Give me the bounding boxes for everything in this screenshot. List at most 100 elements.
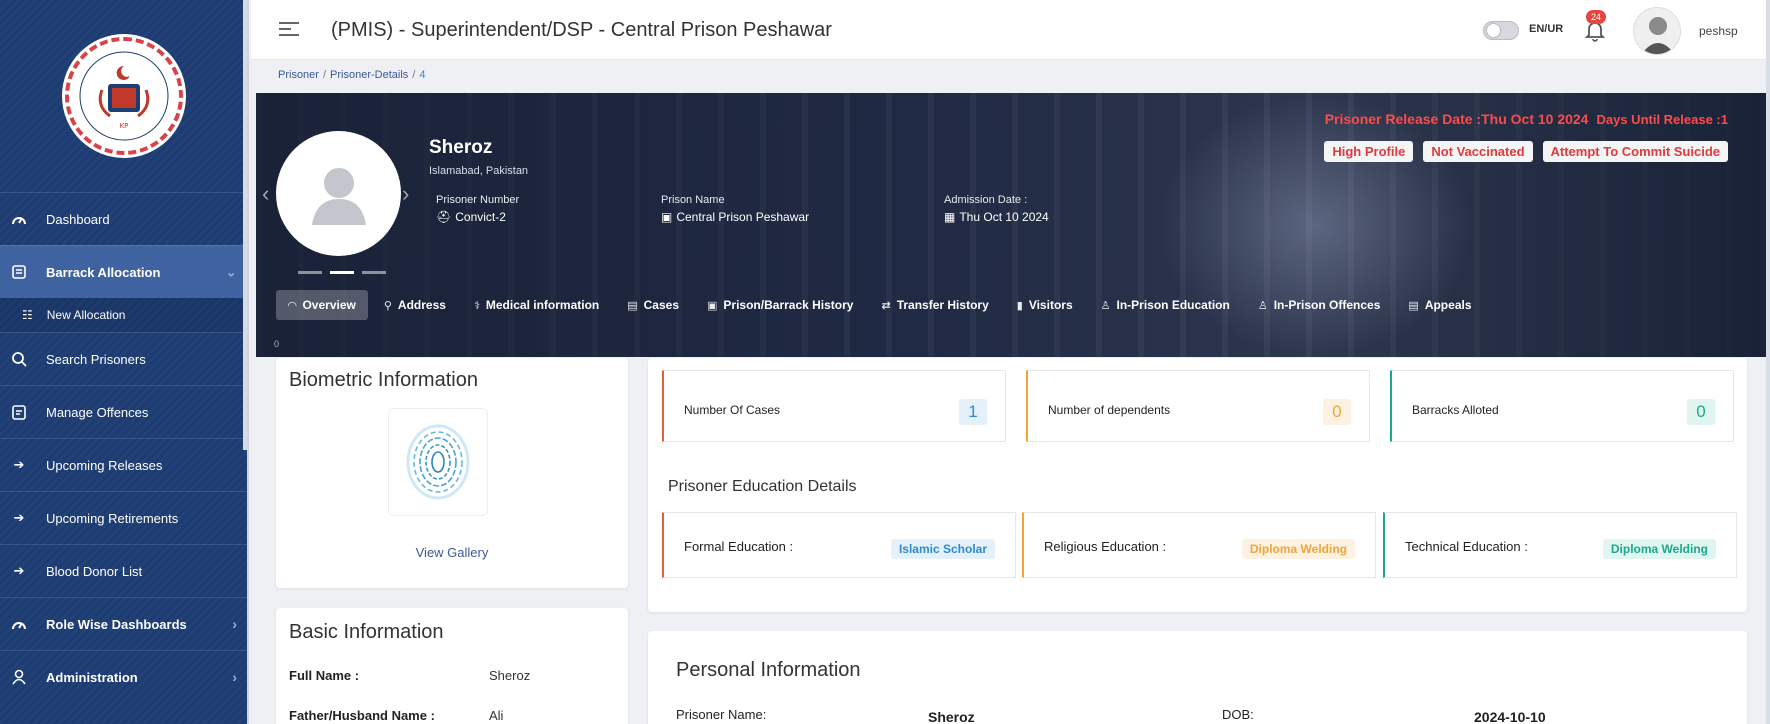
sidebar-item-label: Manage Offences	[46, 404, 149, 420]
sidebar-item-label: Search Prisoners	[46, 351, 146, 367]
prison-name: Central Prison Peshawar	[676, 210, 810, 224]
prisoner-name: Sheroz	[429, 137, 493, 158]
tab-label: Prison/Barrack History	[723, 298, 854, 312]
status-tags: High Profile Not Vaccinated Attempt To C…	[1324, 141, 1728, 162]
info-value: Sheroz	[489, 668, 531, 683]
release-info: Prisoner Release Date :Thu Oct 10 2024 Da…	[1325, 111, 1728, 127]
tab-medical-information[interactable]: ⚕ Medical information	[462, 290, 611, 320]
stat-value: 0	[1323, 399, 1351, 425]
prisoner-name-label: Prisoner Name:	[676, 707, 767, 722]
gauge-icon	[8, 210, 30, 228]
tab-in-prison-offences[interactable]: ♙ In-Prison Offences	[1246, 290, 1393, 320]
sidebar-scrollbar[interactable]	[243, 0, 247, 450]
sidebar-item-barrack-allocation[interactable]: Barrack Allocation ⌄	[0, 245, 247, 298]
tab-label: Transfer History	[896, 298, 989, 312]
pin-icon: ⚲	[383, 299, 392, 312]
prisoner-location: Islamabad, Pakistan	[429, 165, 529, 177]
days-until-release: Days Until Release :1	[1596, 112, 1728, 127]
status-badge[interactable]: Not Vaccinated	[1423, 141, 1533, 162]
carousel-indicators[interactable]	[298, 271, 386, 274]
sidebar-item-search-prisoners[interactable]: Search Prisoners	[0, 332, 247, 385]
tab-overview[interactable]: ◠ Overview	[276, 290, 368, 320]
username[interactable]: peshsp	[1699, 24, 1738, 38]
chevron-right-icon[interactable]: ›	[402, 181, 409, 207]
prison-name-field: Prison Name ▣ Central Prison Peshawar	[661, 194, 809, 224]
field-label: Admission Date :	[944, 194, 1028, 206]
status-badge[interactable]: Attempt To Commit Suicide	[1542, 141, 1728, 162]
release-date: Prisoner Release Date :Thu Oct 10 2024	[1324, 111, 1589, 127]
sidebar-item-label: Upcoming Retirements	[46, 510, 179, 526]
field-label: Prison Name	[661, 194, 725, 206]
biometric-card: Biometric Information View Gallery	[276, 358, 628, 588]
sidebar-item-dashboard[interactable]: Dashboard	[0, 192, 247, 245]
fingerprint-icon[interactable]	[388, 408, 488, 516]
view-gallery-link[interactable]: View Gallery	[276, 545, 628, 560]
user-icon	[8, 668, 30, 686]
prisoner-number-field: Prisoner Number ⛑ Convict-2	[436, 194, 519, 224]
tab-appeals[interactable]: ▤ Appeals	[1396, 290, 1483, 320]
breadcrumb-item[interactable]: Prisoner-Details	[330, 69, 408, 81]
chevron-right-icon: ›	[232, 616, 237, 632]
stat-label: Number of dependents	[1048, 403, 1171, 417]
tab-prison-barrack-history[interactable]: ▣ Prison/Barrack History	[695, 290, 865, 320]
sidebar-item-label: Upcoming Releases	[46, 457, 163, 473]
calendar-icon: ▦	[944, 210, 956, 224]
search-icon	[8, 350, 30, 368]
prisoner-photo	[276, 131, 401, 256]
sidebar: KP Dashboard Barrack Allocation ⌄ ☷ New …	[0, 0, 249, 724]
chevron-right-icon: ›	[232, 669, 237, 685]
arrow-right-icon: ➔	[13, 563, 25, 578]
id-icon: ⛑	[436, 210, 452, 224]
sidebar-item-blood-donor-list[interactable]: ➔ Blood Donor List	[0, 544, 247, 597]
breadcrumb-current: 4	[419, 69, 426, 81]
sidebar-item-role-wise-dashboards[interactable]: Role Wise Dashboards ›	[0, 597, 247, 650]
avatar[interactable]	[1633, 7, 1681, 55]
sidebar-item-new-allocation[interactable]: ☷ New Allocation	[0, 298, 247, 332]
language-toggle[interactable]	[1483, 21, 1519, 40]
building-icon	[8, 263, 30, 281]
stat-value: 0	[1687, 399, 1715, 425]
tab-cases[interactable]: ▤ Cases	[615, 290, 691, 320]
basic-info-title: Basic Information	[289, 621, 444, 643]
education-formal: Formal Education : Islamic Scholar	[662, 512, 1016, 578]
sidebar-item-manage-offences[interactable]: Manage Offences	[0, 385, 247, 438]
tab-transfer-history[interactable]: ⇄ Transfer History	[869, 290, 1000, 320]
sidebar-item-label: Barrack Allocation	[46, 264, 161, 280]
transfer-icon: ⇄	[881, 299, 891, 312]
stat-value: 1	[959, 399, 987, 425]
tab-address[interactable]: ⚲ Address	[372, 290, 458, 320]
tab-visitors[interactable]: ▮ Visitors	[1005, 290, 1085, 320]
overview-panel: Number Of Cases 1 Number of dependents 0…	[648, 358, 1747, 612]
personal-info-card: Personal Information Prisoner Name: Sher…	[648, 631, 1747, 724]
top-bar: (PMIS) - Superintendent/DSP - Central Pr…	[251, 0, 1770, 60]
prisoner-name-value: Sheroz	[928, 709, 975, 724]
user-icon: ♙	[1257, 299, 1268, 312]
sidebar-item-upcoming-retirements[interactable]: ➔ Upcoming Retirements	[0, 491, 247, 544]
page-scrollbar[interactable]	[1766, 0, 1770, 724]
tab-label: Medical information	[485, 298, 600, 312]
tab-label: Cases	[643, 298, 680, 312]
tab-in-prison-education[interactable]: ♙ In-Prison Education	[1089, 290, 1242, 320]
field-label: Prisoner Number	[436, 194, 520, 206]
folder-icon: ▤	[627, 299, 638, 312]
tab-label: In-Prison Education	[1116, 298, 1230, 312]
menu-toggle-icon[interactable]	[279, 22, 299, 38]
sidebar-item-upcoming-releases[interactable]: ➔ Upcoming Releases	[0, 438, 247, 491]
clipboard-icon	[8, 403, 30, 421]
basic-info-card: Basic Information Full Name : Sheroz Fat…	[276, 608, 628, 724]
info-row: Father/Husband Name : Ali	[289, 708, 503, 723]
tab-label: Overview	[302, 298, 356, 312]
status-badge[interactable]: High Profile	[1324, 141, 1414, 162]
building-icon: ▣	[661, 210, 673, 224]
document-icon: ▤	[1408, 299, 1419, 312]
sidebar-item-administration[interactable]: Administration ›	[0, 650, 247, 703]
admission-date-field: Admission Date : ▦ Thu Oct 10 2024	[944, 194, 1049, 224]
profile-tabs: ◠ Overview ⚲ Address ⚕ Medical information …	[276, 290, 1484, 320]
user-icon: ♙	[1100, 299, 1111, 312]
language-label: EN/UR	[1529, 23, 1564, 35]
chevron-left-icon[interactable]: ‹	[262, 181, 269, 207]
education-technical: Technical Education : Diploma Welding	[1383, 512, 1737, 578]
arrow-right-icon: ➔	[13, 457, 25, 472]
breadcrumb-item[interactable]: Prisoner	[278, 69, 319, 81]
logo-area: KP	[0, 0, 247, 192]
